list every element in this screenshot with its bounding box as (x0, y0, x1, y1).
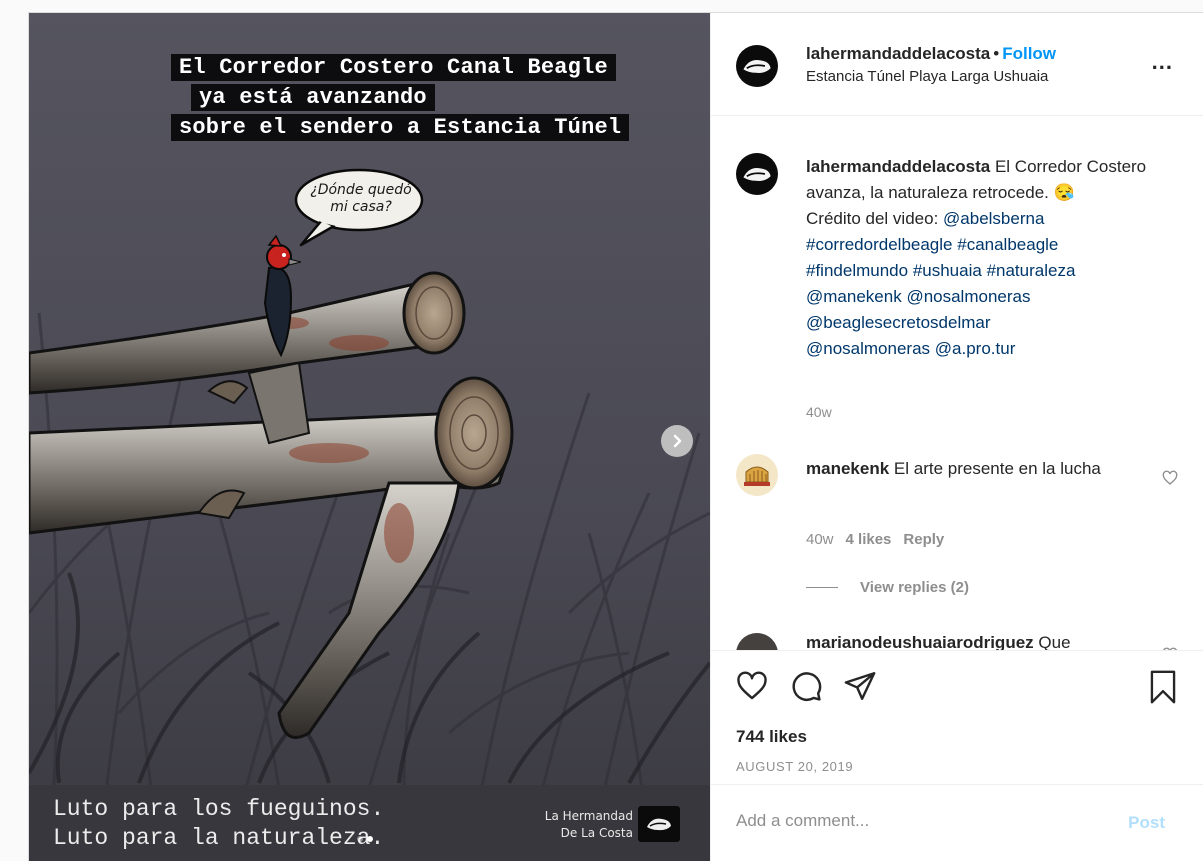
brand-watermark-text: La Hermandad De La Costa (509, 808, 633, 842)
credit-handle-link[interactable]: @abelsberna (943, 209, 1044, 228)
caption-username[interactable]: lahermandaddelacosta (806, 157, 990, 176)
post-header: lahermandaddelacosta • Follow Estancia Tún… (711, 13, 1203, 116)
caption-timestamp[interactable]: 40w (806, 404, 832, 420)
brand-line-2: De La Costa (560, 826, 633, 840)
comment-input[interactable] (736, 811, 1096, 831)
brand-line-1: La Hermandad (544, 809, 633, 823)
wave-logo-icon (743, 167, 771, 181)
hashtag-link[interactable]: #ushuaia (913, 261, 982, 280)
speech-bubble-line-1: ¿Dónde quedó (310, 182, 412, 198)
post-comment-button[interactable]: Post (1128, 813, 1165, 833)
replies-divider (806, 587, 838, 588)
comment-username[interactable]: marianodeushuaiarodriguez (806, 633, 1034, 650)
comment-likes[interactable]: 4 likes (846, 531, 892, 548)
comment-text: manekenk El arte presente en la lucha (806, 455, 1121, 482)
hashtag-link[interactable]: #findelmundo (806, 261, 908, 280)
carousel-indicator (357, 836, 373, 842)
commenter-avatar[interactable] (736, 633, 778, 650)
comment-text: marianodeushuaiarodriguez Que (806, 633, 1071, 650)
header-separator: • (993, 44, 1000, 63)
comment-bubble-icon[interactable] (789, 669, 823, 703)
brand-logo-icon (638, 806, 680, 842)
view-replies-label: View replies (2) (860, 579, 969, 596)
view-replies-button[interactable]: View replies (2) (806, 579, 969, 596)
caption-avatar[interactable] (736, 153, 778, 195)
like-comment-heart-icon[interactable] (1162, 470, 1178, 486)
post-side-panel: lahermandaddelacosta • Follow Estancia Tún… (710, 13, 1203, 861)
mention-link[interactable]: @nosalmoneras (806, 339, 930, 358)
likes-count[interactable]: 744 likes (736, 727, 807, 747)
mourning-text: Luto para los fueguinos. Luto para la na… (53, 795, 384, 853)
profile-avatar[interactable] (736, 45, 778, 87)
hashtag-link[interactable]: #corredordelbeagle (806, 235, 953, 254)
mention-link[interactable]: @nosalmoneras (906, 287, 1030, 306)
tent-logo-icon (739, 457, 775, 493)
header-username[interactable]: lahermandaddelacosta (806, 44, 990, 63)
mention-link[interactable]: @manekenk (806, 287, 902, 306)
follow-button[interactable]: Follow (1002, 44, 1056, 63)
mention-link[interactable]: @beaglesecretosdelmar (806, 313, 991, 332)
comment-body: El arte presente en la lucha (889, 459, 1101, 478)
mention-link[interactable]: @a.pro.tur (935, 339, 1016, 358)
headline-line-2: ya está avanzando (191, 84, 435, 111)
headline-line-1: El Corredor Costero Canal Beagle (171, 54, 616, 81)
hashtag-link[interactable]: #canalbeagle (957, 235, 1058, 254)
speech-bubble-line-2: mi casa? (330, 199, 392, 215)
caption-text: lahermandaddelacosta El Corredor Costero… (806, 154, 1151, 362)
comments-section[interactable]: lahermandaddelacosta El Corredor Costero… (711, 117, 1203, 650)
add-comment-bar: Post (711, 784, 1203, 861)
hashtag-link[interactable]: #naturaleza (987, 261, 1076, 280)
carousel-dot-active (367, 836, 373, 842)
carousel-dot (357, 836, 363, 842)
comment-timestamp[interactable]: 40w (806, 531, 834, 548)
reply-button[interactable]: Reply (903, 531, 944, 548)
comment-meta: 40w 4 likes Reply (806, 531, 944, 548)
header-names: lahermandaddelacosta • Follow Estancia Tún… (806, 44, 1056, 85)
carousel-next-button[interactable] (661, 425, 693, 457)
save-bookmark-icon[interactable] (1146, 669, 1180, 705)
more-options-button[interactable]: ... (1152, 51, 1173, 73)
post-date[interactable]: AUGUST 20, 2019 (736, 759, 853, 774)
speech-bubble-text: ¿Dónde quedó mi casa? (301, 182, 421, 216)
action-icons (735, 669, 877, 703)
post-location[interactable]: Estancia Túnel Playa Larga Ushuaia (806, 68, 1056, 85)
post-actions: 744 likes AUGUST 20, 2019 (711, 650, 1203, 784)
comment-username[interactable]: manekenk (806, 459, 889, 478)
chevron-right-icon (673, 434, 682, 448)
mourning-line-1: Luto para los fueguinos. (53, 796, 385, 822)
wave-logo-icon (743, 59, 771, 73)
post-container: El Corredor Costero Canal Beagle ya está… (28, 12, 1203, 861)
commenter-avatar[interactable] (736, 454, 778, 496)
comment-body: Que (1033, 633, 1071, 650)
artwork-headline: El Corredor Costero Canal Beagle ya está… (171, 53, 691, 143)
like-heart-icon[interactable] (735, 669, 769, 703)
share-send-icon[interactable] (843, 669, 877, 703)
headline-line-3: sobre el sendero a Estancia Túnel (171, 114, 630, 141)
post-media[interactable]: El Corredor Costero Canal Beagle ya está… (29, 13, 710, 861)
caption-credit-prefix: Crédito del video: (806, 209, 944, 228)
mourning-line-2: Luto para la naturaleza. (53, 825, 385, 851)
